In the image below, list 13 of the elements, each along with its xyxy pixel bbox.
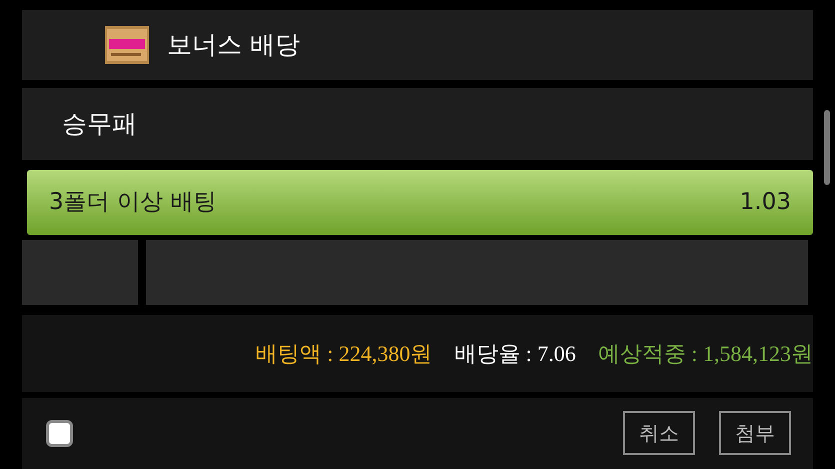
action-button[interactable]: 첨부 bbox=[719, 411, 791, 455]
bet-option[interactable]: 3폴더 이상 배팅 1.03 bbox=[27, 170, 813, 235]
market-label: 승무패 bbox=[62, 108, 137, 140]
action-button[interactable]: 취소 bbox=[623, 411, 695, 455]
option-label: 3폴더 이상 배팅 bbox=[49, 188, 216, 218]
summary-text: 배당율 : 7.06 bbox=[454, 340, 576, 368]
summary-text: 예상적중 : 1,584,123원 bbox=[598, 340, 813, 368]
checkbox[interactable] bbox=[46, 420, 73, 446]
bonus-title: 보너스 배당 bbox=[167, 29, 300, 62]
event-icon bbox=[105, 26, 149, 64]
odds-value: 1.03 bbox=[740, 188, 791, 218]
scrollbar[interactable] bbox=[824, 110, 830, 185]
summary-text: 배팅액 : 224,380원 bbox=[256, 340, 432, 368]
